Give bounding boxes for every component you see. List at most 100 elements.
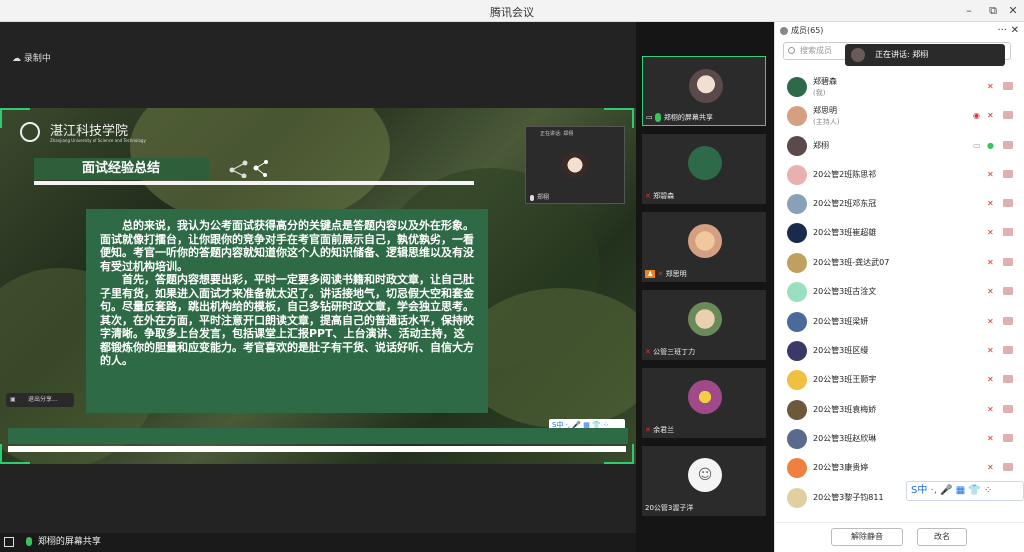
video-tile[interactable]: ♟ ✕ 郑思明 [642, 212, 766, 282]
exit-share-control[interactable]: ▣ 退出分享... [6, 393, 74, 407]
mic-muted-icon[interactable]: ✕ [987, 434, 994, 443]
camera-off-icon[interactable] [1003, 228, 1013, 236]
close-panel-button[interactable]: ✕ [1011, 22, 1019, 40]
camera-off-icon[interactable] [1003, 199, 1013, 207]
smiley-icon: ☺ [688, 458, 722, 492]
member-name: 20公管3班梁妍 [813, 317, 869, 326]
screen-share-view[interactable]: 湛江科技学院 Zhanjiang University of Science a… [0, 108, 636, 464]
camera-off-icon[interactable] [1003, 434, 1013, 442]
speaker-name: 郑栩 [530, 192, 549, 201]
avatar [787, 194, 807, 214]
avatar [787, 136, 807, 156]
member-role: (我) [813, 89, 826, 97]
mic-muted-icon[interactable]: ✕ [987, 111, 994, 120]
title-bar: 腾讯会议 – ⧉ ✕ [0, 0, 1024, 22]
member-panel: 成员(65) ··· ✕ 搜索成员 正在讲话: 郑栩 郑碧森 (我) ✕ 郑思明 (主… [774, 22, 1024, 552]
member-row[interactable]: 20公管3班区缦 ✕ [775, 337, 1024, 365]
school-name: 湛江科技学院 [50, 124, 129, 139]
member-row[interactable]: 20公管3班-龚达武07 ✕ [775, 249, 1024, 277]
avatar [787, 458, 807, 478]
member-row[interactable]: 郑碧森 (我) ✕ [775, 73, 1024, 101]
pin-icon: ▣ [10, 396, 16, 403]
tile-name: ♟ ✕ 郑思明 [645, 270, 687, 278]
mic-muted-icon[interactable]: ✕ [987, 375, 994, 384]
video-gallery: ▭ 郑栩的屏幕共享 ✕ 郑碧森 ♟ ✕ 郑思明 ✕ 公管三班丁力 ✕ 余君兰 ☺… [636, 22, 774, 552]
avatar [787, 77, 807, 97]
member-row[interactable]: 20公管3班王颢宇 ✕ [775, 366, 1024, 394]
share-label: 郑栩的屏幕共享 [37, 537, 101, 547]
minimize-button[interactable]: – [958, 0, 980, 22]
video-tile[interactable]: ✕ 公管三班丁力 [642, 290, 766, 360]
avatar [787, 341, 807, 361]
mic-muted-icon[interactable]: ✕ [987, 170, 994, 179]
video-tile[interactable]: ☺ 20公管3渥子洋 [642, 446, 766, 516]
member-row[interactable]: 20公管3班袁梅娇 ✕ [775, 396, 1024, 424]
camera-off-icon[interactable] [1003, 317, 1013, 325]
member-role: (主持人) [813, 118, 840, 126]
close-button[interactable]: ✕ [1002, 0, 1024, 22]
avatar [787, 223, 807, 243]
member-row[interactable]: 20公管3班赵欣琳 ✕ [775, 425, 1024, 453]
video-tile[interactable]: ▭ 郑栩的屏幕共享 [642, 56, 766, 126]
camera-off-icon[interactable] [1003, 375, 1013, 383]
camera-off-icon[interactable] [1003, 111, 1013, 119]
avatar [787, 253, 807, 273]
mic-muted-icon[interactable]: ✕ [987, 82, 994, 91]
screen-icon: ▭ [646, 113, 655, 121]
mic-muted-icon[interactable]: ✕ [987, 405, 994, 414]
member-row[interactable]: 郑栩 ▭ ● [775, 132, 1024, 160]
mic-muted-icon[interactable]: ✕ [987, 258, 994, 267]
more-options-button[interactable]: ··· [997, 22, 1007, 40]
mic-muted-icon[interactable]: ✕ [987, 317, 994, 326]
speaking-tooltip: 正在讲话: 郑栩 [845, 44, 1005, 66]
slide-text-box: 总的来说，我认为公考面试获得高分的关键点是答题内容以及外在形象。面试就像打擂台，… [86, 209, 488, 413]
camera-off-icon[interactable] [1003, 405, 1013, 413]
member-name: 20公管3班区缦 [813, 346, 869, 355]
member-row[interactable]: 20公管3班古淦文 ✕ [775, 278, 1024, 306]
camera-off-icon[interactable] [1003, 258, 1013, 266]
video-tile[interactable]: ✕ 余君兰 [642, 368, 766, 438]
avatar [787, 488, 807, 508]
tile-name: 20公管3渥子洋 [645, 504, 694, 512]
member-row[interactable]: 20公管2班陈思祁 ✕ [775, 161, 1024, 189]
member-name: 郑碧森 [813, 77, 837, 86]
camera-off-icon[interactable] [1003, 170, 1013, 178]
camera-off-icon[interactable] [1003, 287, 1013, 295]
eye-icon[interactable]: ◉ [973, 111, 980, 120]
camera-off-icon[interactable] [1003, 141, 1013, 149]
camera-off-icon[interactable] [1003, 463, 1013, 471]
member-name: 郑思明 [813, 106, 837, 115]
person-icon [780, 27, 788, 35]
video-tile[interactable]: ✕ 郑碧森 [642, 134, 766, 204]
mic-muted-icon[interactable]: ✕ [987, 463, 994, 472]
maximize-button[interactable]: ⧉ [982, 0, 1004, 22]
member-name: 20公管3班-龚达武07 [813, 258, 890, 267]
camera-off-icon[interactable] [1003, 82, 1013, 90]
ime-toolbar[interactable]: S中 ·, 🎤 ▦ 👕 ⁘ [906, 481, 1024, 501]
member-name: 20公管3班赵欣琳 [813, 434, 877, 443]
rename-button[interactable]: 改名 [917, 528, 967, 546]
mic-muted-icon[interactable]: ✕ [987, 228, 994, 237]
tile-name: ▭ 郑栩的屏幕共享 [646, 112, 713, 122]
mic-icon [26, 537, 32, 546]
avatar [787, 165, 807, 185]
member-name: 郑栩 [813, 141, 829, 150]
avatar [688, 146, 722, 180]
mic-muted-icon[interactable]: ✕ [987, 199, 994, 208]
speaker-label: 正在讲话: 郑栩 [540, 131, 574, 137]
member-name: 20公管2班邓东冠 [813, 199, 877, 208]
camera-off-icon[interactable] [1003, 346, 1013, 354]
member-row[interactable]: 郑思明 (主持人) ◉ ✕ [775, 102, 1024, 130]
mic-muted-icon[interactable]: ✕ [987, 287, 994, 296]
screen-share-icon: ▭ [973, 141, 981, 150]
floating-speaker-video[interactable]: 正在讲话: 郑栩 郑栩 [525, 126, 625, 204]
cloud-icon: ☁ [12, 54, 24, 64]
mic-muted-icon[interactable]: ✕ [987, 346, 994, 355]
mic-on-icon[interactable]: ● [987, 141, 994, 150]
school-logo [20, 122, 40, 142]
member-row[interactable]: 20公管3班崔超雄 ✕ [775, 219, 1024, 247]
member-row[interactable]: 20公管2班邓东冠 ✕ [775, 190, 1024, 218]
member-row[interactable]: 20公管3康贵婷 ✕ [775, 454, 1024, 482]
unmute-all-button[interactable]: 解除静音 [831, 528, 903, 546]
member-row[interactable]: 20公管3班梁妍 ✕ [775, 308, 1024, 336]
